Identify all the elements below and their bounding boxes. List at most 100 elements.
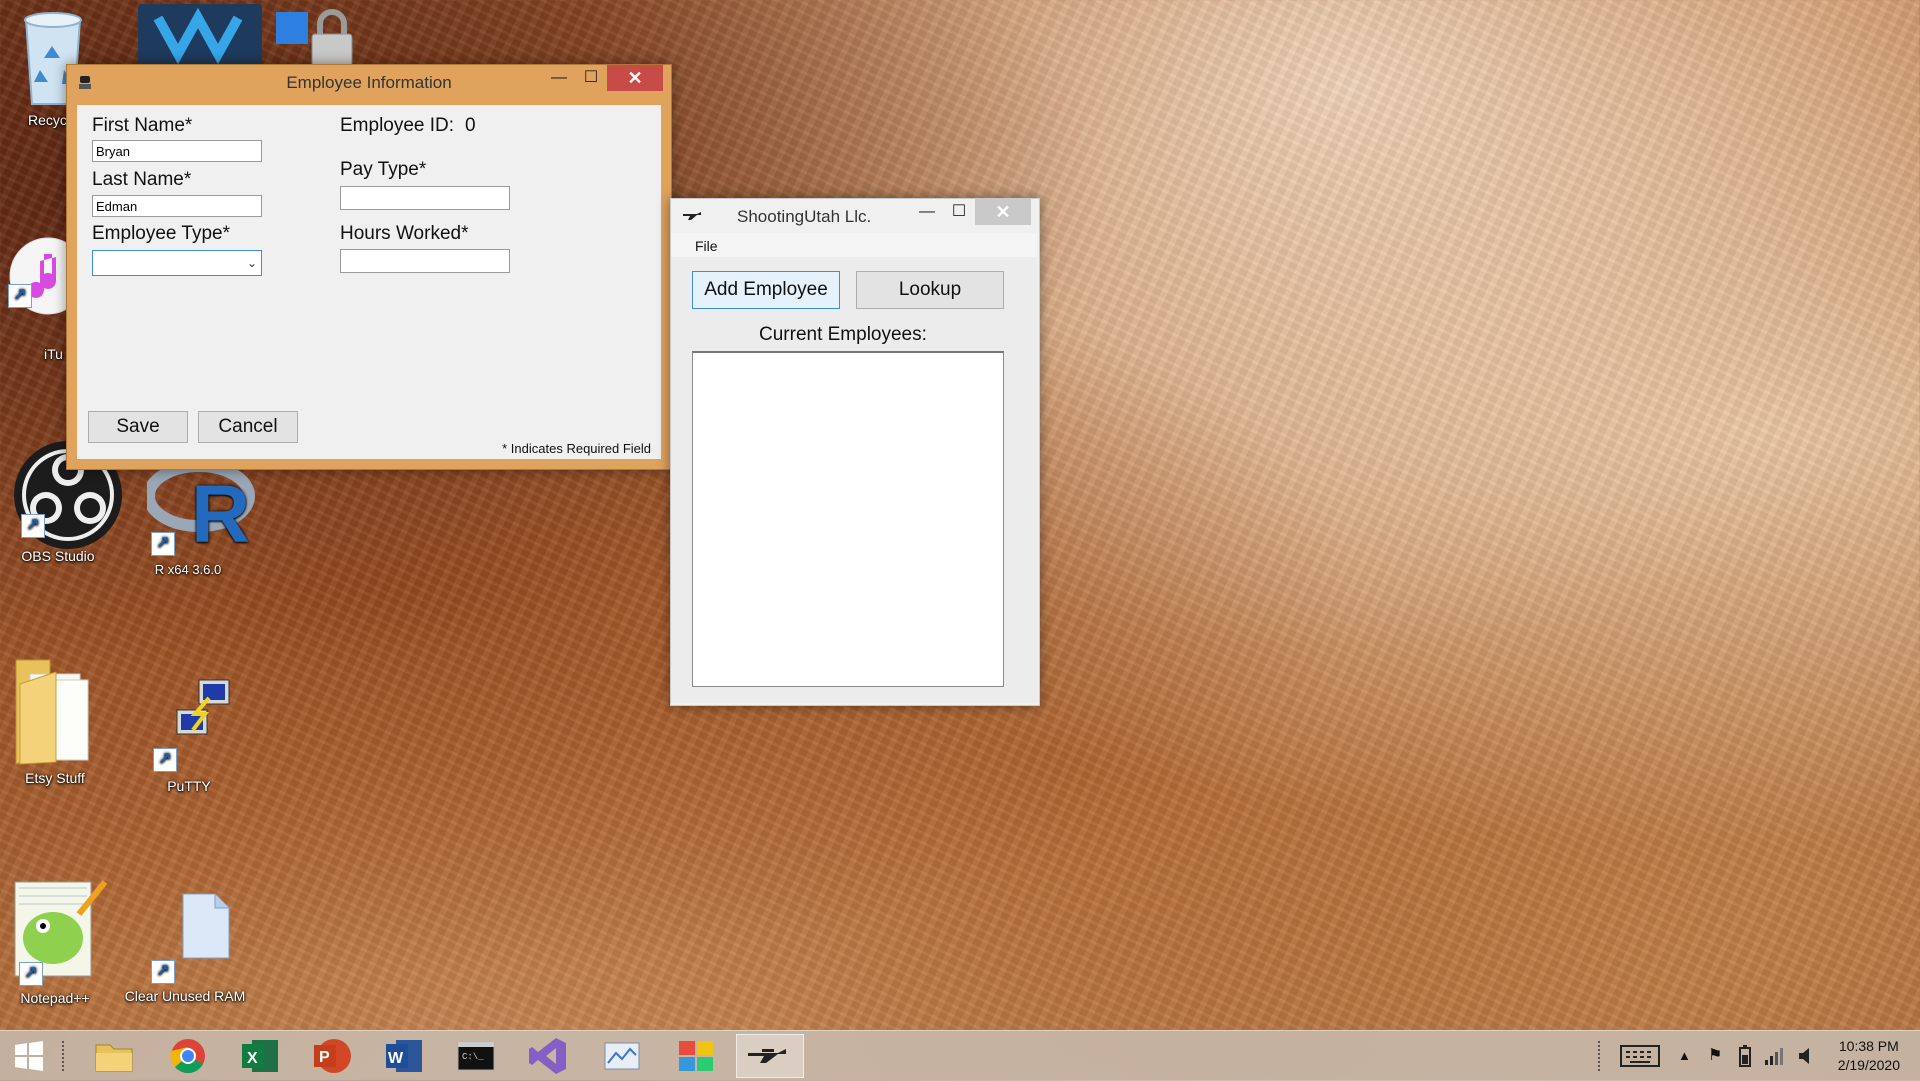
title-bar[interactable]: Employee Information — ☐ ✕ (67, 65, 671, 99)
taskbar-visual-studio[interactable] (514, 1034, 582, 1078)
shortcut-arrow-icon: ↗ (151, 532, 175, 556)
notepadpp-icon: ↗ (14, 874, 108, 986)
desktop-icon-itunes[interactable]: ↗ iTu (0, 228, 87, 362)
action-center-flag-icon[interactable]: ⚑ (1708, 1031, 1722, 1081)
pay-type-field[interactable] (340, 186, 510, 210)
cancel-button[interactable]: Cancel (198, 411, 298, 443)
desktop-icon-label: OBS Studio (21, 548, 95, 564)
title-bar[interactable]: ShootingUtah Llc. — ☐ ✕ (671, 199, 1039, 233)
svg-text:C:\_: C:\_ (462, 1052, 484, 1062)
current-employees-label: Current Employees: (759, 324, 927, 345)
desktop-icon-notepadpp[interactable]: ↗ Notepad++ (10, 874, 120, 1006)
employee-list[interactable] (692, 351, 1004, 687)
hours-worked-field[interactable] (340, 249, 510, 273)
first-name-label: First Name* (92, 115, 193, 136)
taskbar-shootingutah[interactable] (736, 1034, 804, 1078)
rifle-icon (683, 209, 703, 227)
folder-icon (95, 1044, 133, 1072)
taskbar-app-window[interactable] (588, 1034, 656, 1078)
folder-icon (15, 654, 107, 765)
last-name-field[interactable] (92, 195, 262, 217)
taskbar: X P W C:\_ ▲ ⚑ 10:38 PM 2/19/2020 (0, 1030, 1920, 1081)
desktop-icon-putty[interactable]: ↗ PuTTY (144, 676, 254, 794)
start-button[interactable] (0, 1034, 58, 1078)
employee-form: First Name* Last Name* Employee Type* ⌄ … (77, 105, 661, 459)
excel-icon: X (242, 1040, 278, 1072)
taskbar-grip (62, 1041, 70, 1071)
shootingutah-main-window[interactable]: ShootingUtah Llc. — ☐ ✕ File Add Employe… (670, 198, 1040, 706)
chevron-down-icon: ⌄ (246, 256, 257, 270)
shortcut-arrow-icon: ↗ (8, 284, 32, 308)
employee-type-label: Employee Type* (92, 223, 231, 244)
main-window-client: File Add Employee Lookup Current Employe… (671, 233, 1037, 703)
file-icon: ↗ (151, 890, 241, 984)
pay-type-label: Pay Type* (340, 159, 427, 180)
desktop-icon-label: Notepad++ (20, 990, 90, 1006)
employee-type-dropdown[interactable]: ⌄ (92, 250, 262, 276)
desktop-icon-label: Clear Unused RAM (124, 988, 246, 1004)
desktop-icon-label: Etsy Stuff (25, 770, 85, 786)
shortcut-arrow-icon: ↗ (19, 962, 43, 986)
taskbar-grip (1598, 1041, 1606, 1071)
required-field-note: * Indicates Required Field (502, 441, 651, 456)
svg-text:P: P (319, 1049, 330, 1066)
employee-information-window[interactable]: Employee Information — ☐ ✕ First Name* L… (66, 64, 672, 470)
lock-icon (272, 4, 362, 70)
command-prompt-icon: C:\_ (457, 1041, 495, 1071)
menu-bar: File (671, 233, 1037, 257)
hours-worked-label: Hours Worked* (340, 223, 469, 244)
shortcut-arrow-icon: ↗ (151, 960, 175, 984)
chrome-icon (170, 1039, 205, 1074)
menu-file[interactable]: File (695, 238, 718, 254)
shortcut-arrow-icon: ↗ (153, 748, 177, 772)
windows-logo-icon (15, 1041, 43, 1071)
maximize-button[interactable]: ☐ (943, 199, 975, 225)
resource-monitor-icon (604, 1042, 640, 1070)
app-n-icon (138, 4, 262, 70)
close-button[interactable]: ✕ (975, 199, 1031, 225)
putty-icon: ↗ (153, 676, 241, 772)
last-name-label: Last Name* (92, 169, 192, 190)
taskbar-word[interactable]: W (370, 1034, 438, 1078)
save-button[interactable]: Save (88, 411, 188, 443)
taskbar-chrome[interactable] (154, 1034, 222, 1078)
itunes-icon: ↗ (0, 228, 87, 338)
desktop-icon-etsy-folder[interactable]: Etsy Stuff (10, 654, 120, 786)
minimize-button[interactable]: — (543, 65, 575, 91)
clock-date: 2/19/2020 (1837, 1057, 1900, 1073)
svg-text:R: R (191, 469, 250, 550)
taskbar-powerpoint[interactable]: P (298, 1034, 366, 1078)
visual-studio-icon (529, 1038, 566, 1074)
desktop-icon-clear-ram[interactable]: ↗ Clear Unused RAM (125, 890, 254, 1004)
word-icon: W (386, 1040, 422, 1072)
battery-icon[interactable] (1738, 1031, 1752, 1081)
svg-text:W: W (388, 1050, 404, 1067)
add-employee-button[interactable]: Add Employee (692, 271, 840, 309)
desktop-icon-label: iTu (44, 346, 63, 362)
taskbar-cmd[interactable]: C:\_ (442, 1034, 510, 1078)
clock-time: 10:38 PM (1838, 1038, 1899, 1054)
taskbar-clock[interactable]: 10:38 PM 2/19/2020 (1838, 1037, 1900, 1075)
maximize-button[interactable]: ☐ (575, 65, 607, 91)
employee-id-label: Employee ID: (340, 115, 455, 136)
desktop-icon-r[interactable]: R ↗ R x64 3.6.0 (143, 460, 255, 577)
network-signal-icon[interactable] (1764, 1031, 1784, 1081)
r-icon: R ↗ (143, 460, 255, 560)
touch-keyboard-icon[interactable] (1620, 1031, 1660, 1081)
show-hidden-icons-chevron-up-icon[interactable]: ▲ (1678, 1031, 1691, 1081)
desktop-icon-label: R x64 3.6.0 (154, 562, 222, 577)
lookup-button[interactable]: Lookup (856, 271, 1004, 309)
minimize-button[interactable]: — (911, 199, 943, 225)
powerpoint-icon: P (314, 1039, 351, 1073)
desktop-icon-label: PuTTY (167, 778, 211, 794)
svg-text:X: X (247, 1050, 258, 1067)
taskbar-file-explorer[interactable] (80, 1034, 148, 1078)
volume-icon[interactable] (1798, 1031, 1812, 1081)
close-button[interactable]: ✕ (607, 65, 663, 91)
shortcut-arrow-icon: ↗ (21, 514, 45, 538)
control-panel-icon (679, 1041, 713, 1071)
taskbar-excel[interactable]: X (226, 1034, 294, 1078)
employee-id-value: 0 (465, 115, 476, 136)
taskbar-paint[interactable] (662, 1034, 730, 1078)
first-name-field[interactable] (92, 140, 262, 162)
